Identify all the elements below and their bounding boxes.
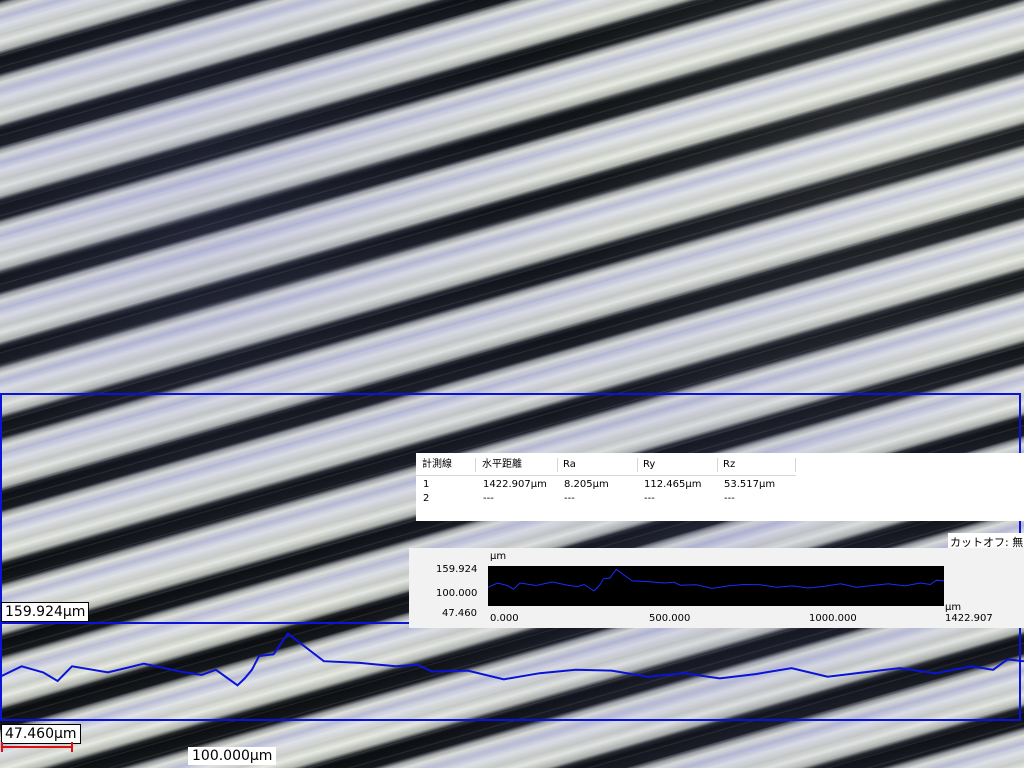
x-tick-1000: 1000.000 <box>809 613 857 624</box>
y-unit-label: µm <box>490 551 507 562</box>
x-unit-label: µm <box>945 602 962 613</box>
header-line[interactable]: 計測線 <box>418 458 476 472</box>
x-tick-500: 500.000 <box>649 613 691 624</box>
main-profile-line <box>0 632 1024 687</box>
header-ra[interactable]: Ra <box>559 458 638 472</box>
row1-rz: 53.517µm <box>724 479 776 490</box>
row2-ry: --- <box>644 493 655 504</box>
scale-bar <box>1 742 73 752</box>
y-tick-mid: 100.000 <box>436 588 478 599</box>
measurement-table: 計測線 水平距離 Ra Ry Rz 1 1422.907µm 8.205µm 1… <box>416 453 1024 521</box>
row1-distance: 1422.907µm <box>483 479 547 490</box>
row2-ra: --- <box>564 493 575 504</box>
row2-line: 2 <box>423 493 430 504</box>
row1-ry: 112.465µm <box>644 479 702 490</box>
row2-rz: --- <box>724 493 735 504</box>
profile-chart-panel: µm 159.924 100.000 47.460 µm 0.000 500.0… <box>409 548 1024 628</box>
table-header: 計測線 水平距離 Ra Ry Rz <box>416 453 796 476</box>
y-tick-min: 47.460 <box>442 608 477 619</box>
header-rz[interactable]: Rz <box>719 458 796 472</box>
x-tick-0: 0.000 <box>490 613 519 624</box>
row2-distance: --- <box>483 493 494 504</box>
height-min-label: 47.460µm <box>1 724 81 744</box>
row1-line: 1 <box>423 479 430 490</box>
height-max-label: 159.924µm <box>1 602 90 622</box>
header-ry[interactable]: Ry <box>639 458 718 472</box>
scale-bar-label: 100.000µm <box>188 747 277 765</box>
x-tick-max: 1422.907 <box>945 613 993 624</box>
header-distance[interactable]: 水平距離 <box>478 458 558 472</box>
mini-profile-plot[interactable] <box>488 566 944 606</box>
row1-ra: 8.205µm <box>564 479 609 490</box>
y-tick-max: 159.924 <box>436 564 478 575</box>
